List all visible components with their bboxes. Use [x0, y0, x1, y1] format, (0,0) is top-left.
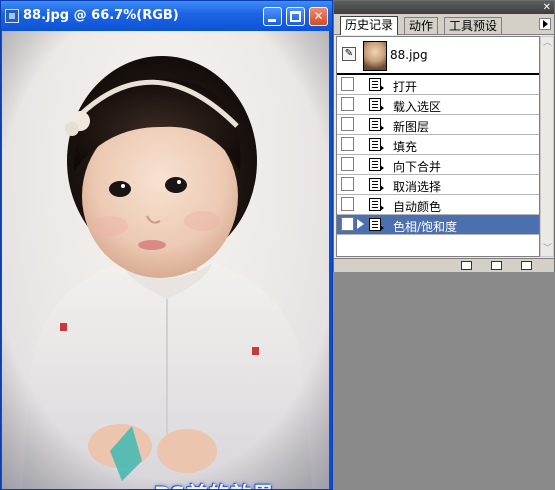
snapshot-thumbnail — [363, 41, 387, 71]
history-step[interactable]: 打开 — [337, 75, 539, 95]
history-brush-checkbox[interactable] — [341, 77, 354, 91]
history-step-label: 向下合并 — [393, 160, 442, 174]
history-snapshot[interactable]: ✎ 88.jpg — [337, 37, 539, 75]
maximize-button[interactable] — [286, 7, 305, 26]
minimize-button[interactable] — [263, 7, 282, 26]
history-step[interactable]: 载入选区 — [337, 95, 539, 115]
tab-tool-presets[interactable]: 工具预设 — [444, 17, 503, 34]
history-brush-checkbox[interactable] — [341, 157, 354, 171]
history-step-icon — [369, 218, 384, 231]
create-snapshot-icon[interactable] — [491, 261, 502, 270]
history-step-icon — [369, 158, 384, 171]
history-step-icon — [369, 138, 384, 151]
scroll-down-arrow-icon[interactable]: ﹀ — [543, 245, 552, 254]
history-step[interactable]: 向下合并 — [337, 155, 539, 175]
history-step-icon — [369, 198, 384, 211]
history-panel: ✕ 历史记录 动作 工具预设 ✎ 88.jpg 打开 载入选区 新图层 填充 向… — [333, 0, 555, 272]
close-button[interactable]: ✕ — [309, 7, 328, 26]
history-step-label: 新图层 — [393, 120, 430, 134]
history-brush-checkbox[interactable] — [341, 177, 354, 191]
history-step-icon — [369, 98, 384, 111]
scroll-up-arrow-icon[interactable]: ︿ — [543, 39, 552, 48]
history-step-icon — [369, 178, 384, 191]
close-icon: ✕ — [313, 9, 324, 23]
maximize-icon — [290, 11, 301, 22]
new-document-from-state-icon[interactable] — [461, 261, 472, 270]
history-step[interactable]: 取消选择 — [337, 175, 539, 195]
history-brush-checkbox[interactable] — [341, 117, 354, 131]
photo-girl — [2, 31, 329, 489]
history-step-label: 取消选择 — [393, 180, 442, 194]
snapshot-label: 88.jpg — [390, 48, 428, 62]
history-step-label: 色相/饱和度 — [393, 220, 458, 234]
history-step[interactable]: 自动颜色 — [337, 195, 539, 215]
history-scrollbar[interactable]: ︿ ﹀ — [540, 36, 554, 257]
history-step-label: 填充 — [393, 140, 418, 154]
history-brush-checkbox[interactable] — [341, 97, 354, 111]
panel-menu-arrow-icon[interactable] — [539, 18, 551, 30]
history-step-label: 载入选区 — [393, 100, 442, 114]
tab-history[interactable]: 历史记录 — [340, 16, 399, 35]
history-brush-checkbox[interactable] — [341, 137, 354, 151]
history-step[interactable]: 新图层 — [337, 115, 539, 135]
panel-tab-row: 历史记录 动作 工具预设 — [334, 14, 554, 35]
history-step[interactable]: 填充 — [337, 135, 539, 155]
document-window: 88.jpg @ 66.7%(RGB) ✕ — [0, 0, 333, 490]
history-list: ✎ 88.jpg 打开 载入选区 新图层 填充 向下合并 取消选择 自动颜色 色… — [336, 36, 540, 257]
history-step-icon — [369, 78, 384, 91]
history-step-label: 自动颜色 — [393, 200, 442, 214]
delete-state-trash-icon[interactable] — [521, 261, 532, 270]
canvas-caption-text: PS前的效果 — [154, 479, 275, 489]
history-state-slider-icon[interactable] — [355, 218, 364, 230]
history-brush-checkbox[interactable] — [341, 217, 354, 231]
image-canvas[interactable]: PS前的效果 — [2, 31, 329, 489]
panel-footer — [334, 258, 554, 272]
history-brush-source-icon[interactable]: ✎ — [342, 47, 356, 61]
tab-actions[interactable]: 动作 — [404, 17, 439, 34]
panel-title-bar[interactable]: ✕ — [334, 1, 554, 14]
document-title: 88.jpg @ 66.7%(RGB) — [23, 8, 179, 23]
history-step-icon — [369, 118, 384, 131]
document-title-bar[interactable]: 88.jpg @ 66.7%(RGB) ✕ — [1, 1, 332, 31]
photoshop-document-icon[interactable] — [5, 9, 19, 23]
minimize-icon — [268, 19, 276, 22]
history-brush-checkbox[interactable] — [341, 197, 354, 211]
panel-close-icon[interactable]: ✕ — [543, 2, 551, 13]
history-step-label: 打开 — [393, 80, 418, 94]
history-step-selected[interactable]: 色相/饱和度 — [337, 215, 539, 235]
